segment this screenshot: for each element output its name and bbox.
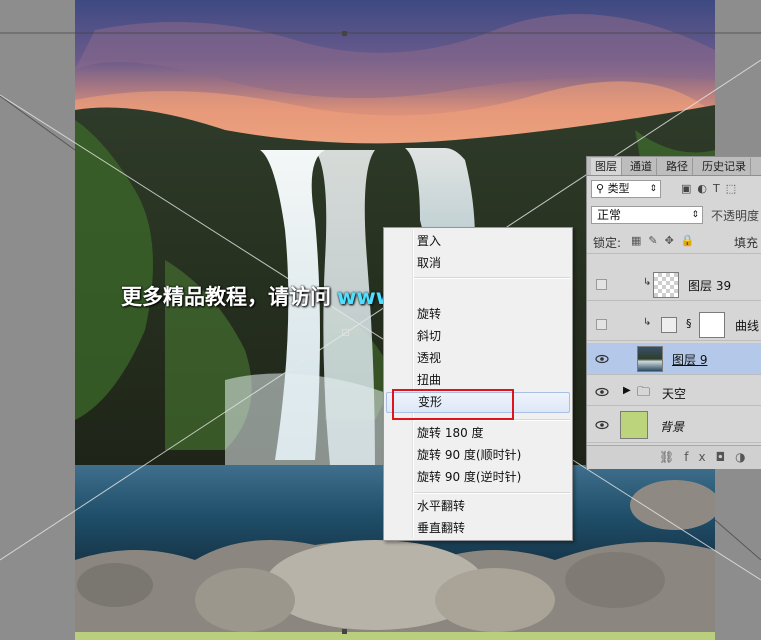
layer-thumbnail bbox=[653, 272, 679, 298]
menu-item-rotate-90-ccw[interactable]: 旋转 90 度(逆时针) bbox=[386, 467, 570, 488]
layer-filter-row: ⚲ 类型 ⇕ ▣◐T⬚ bbox=[587, 176, 761, 202]
group-expand-arrow-icon[interactable]: ▶ bbox=[623, 385, 631, 396]
search-icon: ⚲ bbox=[596, 182, 605, 195]
lock-brush-icon[interactable]: ✎ bbox=[648, 234, 664, 247]
blend-row: 正常 ⇕ 不透明度 bbox=[587, 203, 761, 227]
eye-icon[interactable] bbox=[595, 352, 609, 366]
filter-type-value: 类型 bbox=[607, 182, 630, 195]
layer-mask-thumbnail bbox=[699, 312, 725, 338]
layers-panel: 图层 通道 路径 历史记录 ⚲ 类型 ⇕ ▣◐T⬚ 正常 ⇕ 不透明度 锁定: … bbox=[586, 156, 761, 469]
blend-mode-value: 正常 bbox=[597, 208, 622, 222]
lock-icons: ▦✎✥🔒 bbox=[631, 234, 702, 247]
tab-history[interactable]: 历史记录 bbox=[698, 158, 751, 175]
layer-name[interactable]: 背景 bbox=[660, 418, 684, 435]
opacity-label: 不透明度 bbox=[711, 209, 760, 223]
new-adjustment-icon[interactable]: ◑ bbox=[735, 450, 755, 464]
layer-name[interactable]: 曲线 bbox=[735, 317, 759, 334]
layer-row-9[interactable]: 图层 9 bbox=[587, 343, 761, 375]
transform-handle-top[interactable] bbox=[342, 31, 347, 36]
layer-row-background[interactable]: 背景 bbox=[587, 407, 761, 443]
menu-item-distort[interactable]: 扭曲 bbox=[386, 370, 570, 391]
menu-item-cancel[interactable]: 取消 bbox=[386, 253, 570, 274]
panel-footer: ⛓fx◘◑ bbox=[587, 445, 761, 469]
menu-item-perspective[interactable]: 透视 bbox=[386, 348, 570, 369]
adjustment-filter-icon[interactable]: ◐ bbox=[697, 182, 713, 195]
highlight-annotation-box bbox=[392, 389, 514, 420]
transform-handle-center[interactable] bbox=[342, 329, 349, 336]
menu-separator bbox=[414, 277, 570, 279]
layer-row-curves[interactable]: ↳ § 曲线 bbox=[587, 309, 761, 341]
filter-icons: ▣◐T⬚ bbox=[681, 182, 742, 195]
lock-transparency-icon[interactable]: ▦ bbox=[631, 234, 648, 247]
tab-layers[interactable]: 图层 bbox=[591, 158, 622, 175]
lock-all-icon[interactable]: 🔒 bbox=[681, 234, 702, 247]
visibility-toggle[interactable] bbox=[596, 279, 607, 290]
menu-item-flip-vertical[interactable]: 垂直翻转 bbox=[386, 518, 570, 539]
clipping-arrow-icon: ↳ bbox=[643, 277, 652, 288]
layer-group-sky[interactable]: ▶ 🗀 天空 bbox=[587, 379, 761, 406]
add-mask-icon[interactable]: ◘ bbox=[716, 450, 736, 464]
shape-filter-icon[interactable]: ⬚ bbox=[726, 182, 742, 195]
curves-adjustment-icon bbox=[661, 317, 677, 333]
layer-thumbnail bbox=[620, 411, 648, 439]
transform-handle-bottom[interactable] bbox=[342, 629, 347, 634]
tab-paths[interactable]: 路径 bbox=[662, 158, 693, 175]
spinner-icon: ⇕ bbox=[691, 210, 699, 220]
layer-thumbnail bbox=[637, 346, 663, 372]
layer-name[interactable]: 图层 39 bbox=[688, 277, 731, 294]
clipping-arrow-icon: ↳ bbox=[643, 317, 652, 328]
lock-row: 锁定: ▦✎✥🔒 填充 bbox=[587, 229, 761, 254]
tab-channels[interactable]: 通道 bbox=[626, 158, 657, 175]
lock-label: 锁定: bbox=[593, 236, 622, 250]
lock-move-icon[interactable]: ✥ bbox=[665, 234, 681, 247]
fx-icon[interactable]: fx bbox=[684, 450, 715, 464]
panel-tab-bar: 图层 通道 路径 历史记录 bbox=[587, 157, 761, 176]
transform-context-menu: 置入 取消 旋转 斜切 透视 扭曲 变形 旋转 180 度 旋转 90 度(顺时… bbox=[383, 227, 573, 541]
layer-row-39[interactable]: ↳ 图层 39 bbox=[587, 269, 761, 301]
type-filter-icon[interactable]: T bbox=[713, 182, 726, 195]
filter-type-select[interactable]: ⚲ 类型 ⇕ bbox=[591, 180, 661, 198]
link-icon[interactable]: § bbox=[686, 317, 692, 330]
canvas-bottom-strip bbox=[75, 632, 715, 640]
pixel-filter-icon[interactable]: ▣ bbox=[681, 182, 697, 195]
menu-separator bbox=[414, 492, 570, 494]
menu-item-flip-horizontal[interactable]: 水平翻转 bbox=[386, 496, 570, 517]
layer-name[interactable]: 图层 9 bbox=[672, 351, 707, 368]
menu-item-rotate-180[interactable]: 旋转 180 度 bbox=[386, 423, 570, 444]
menu-item-rotate[interactable]: 旋转 bbox=[386, 304, 570, 325]
folder-icon: 🗀 bbox=[637, 385, 651, 400]
menu-item-place[interactable]: 置入 bbox=[386, 231, 570, 252]
eye-icon[interactable] bbox=[595, 418, 609, 432]
menu-item-skew[interactable]: 斜切 bbox=[386, 326, 570, 347]
spinner-icon: ⇕ bbox=[649, 184, 657, 194]
link-layers-icon[interactable]: ⛓ bbox=[659, 450, 684, 464]
blend-mode-select[interactable]: 正常 ⇕ bbox=[591, 206, 703, 224]
watermark-cn: 更多精品教程，请访问 bbox=[121, 285, 331, 309]
menu-item-rotate-90-cw[interactable]: 旋转 90 度(顺时针) bbox=[386, 445, 570, 466]
eye-icon[interactable] bbox=[595, 385, 609, 399]
layer-name[interactable]: 天空 bbox=[662, 385, 686, 402]
visibility-toggle[interactable] bbox=[596, 319, 607, 330]
fill-label: 填充 bbox=[734, 236, 759, 250]
